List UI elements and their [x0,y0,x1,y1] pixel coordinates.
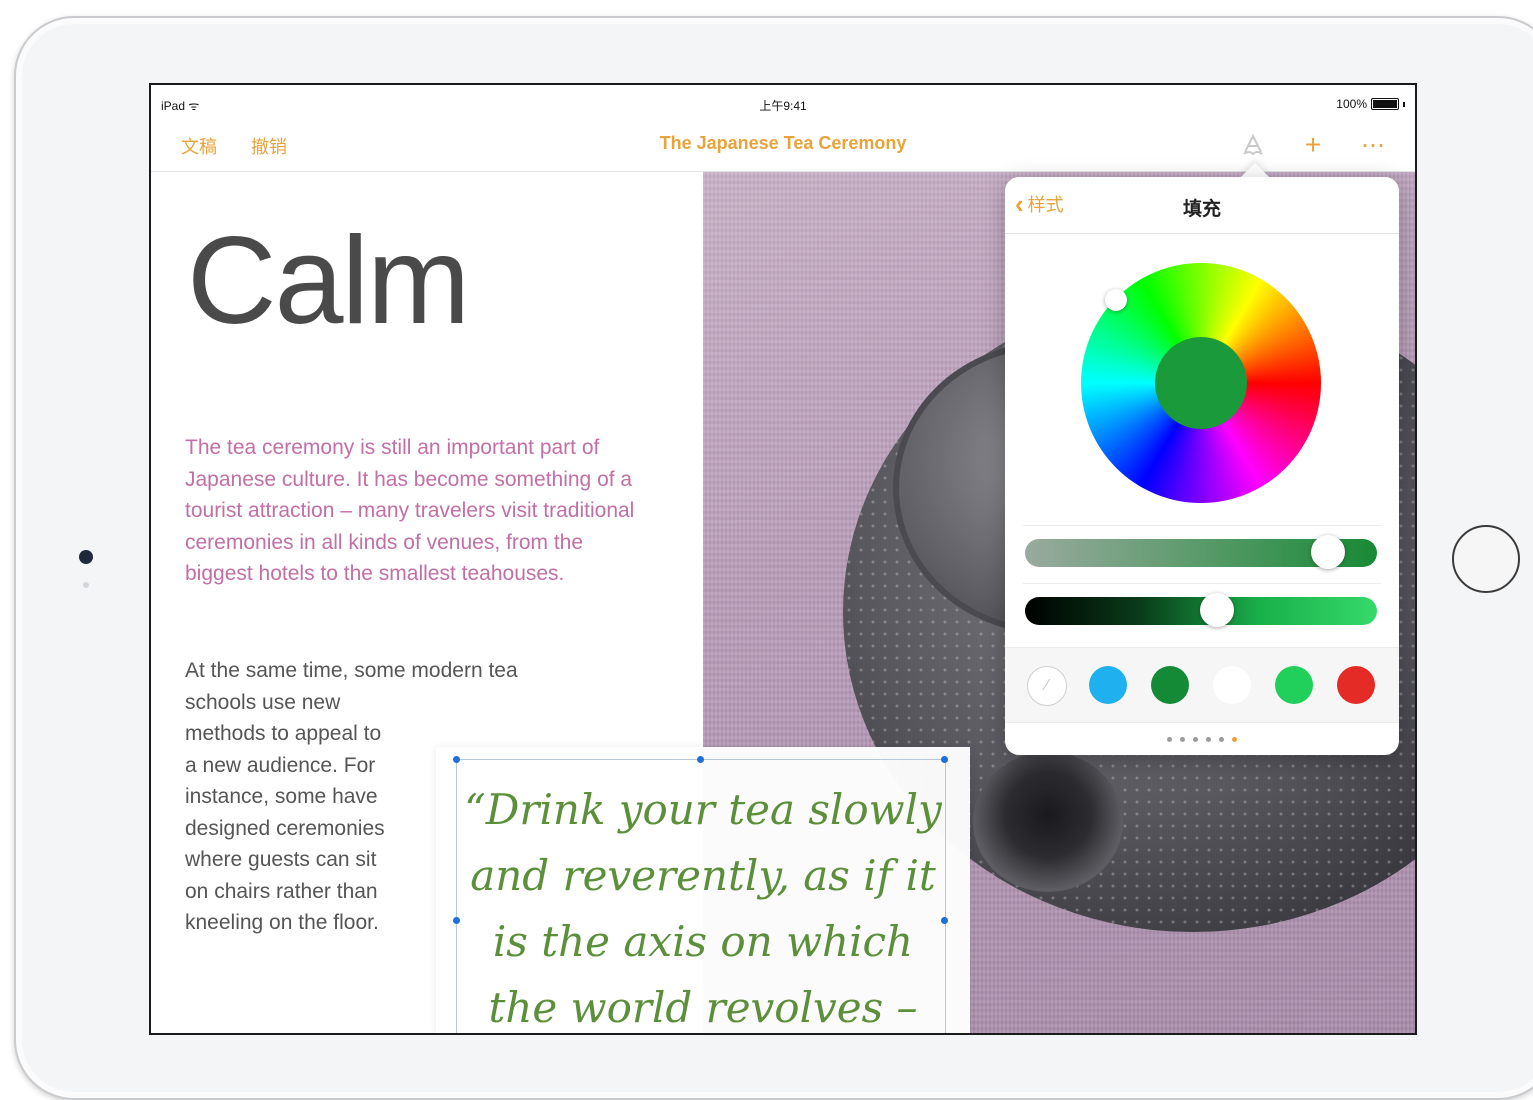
battery-icon [1371,98,1399,110]
opacity-slider[interactable] [1025,535,1377,569]
body-line-wide: At the same time, some modern tea [185,659,518,682]
navigation-bar: 文稿 撤销 The Japanese Tea Ceremony + ⋯ [151,121,1415,172]
page-heading[interactable]: Calm [187,210,470,352]
opacity-slider-thumb[interactable] [1311,535,1346,569]
resize-handle[interactable] [453,756,460,763]
page-dot[interactable] [1206,737,1211,742]
body-text-wrapped: schools use new methods to appeal to a n… [185,690,385,935]
resize-handle[interactable] [941,756,948,763]
page-dot[interactable] [1167,737,1172,742]
brightness-slider-thumb[interactable] [1199,593,1234,627]
front-camera [79,550,93,564]
format-brush-icon[interactable] [1237,129,1269,161]
popover-title: 填充 [1182,199,1221,220]
page-indicator[interactable] [1005,729,1399,747]
color-wheel[interactable] [1081,263,1321,503]
swatch-dark-green[interactable] [1151,666,1189,704]
home-button[interactable] [1452,525,1520,593]
swatch-row: ⁄ [1005,647,1399,723]
page-dot[interactable] [1219,737,1224,742]
selected-color-preview [1155,337,1247,429]
swatch-green[interactable] [1275,666,1313,704]
eyedropper-icon[interactable]: ⁄ [1027,666,1067,706]
status-time: 上午9:41 [759,99,807,113]
more-icon[interactable]: ⋯ [1357,129,1389,161]
status-battery: 100% [1336,97,1405,111]
plus-icon[interactable]: + [1297,129,1329,161]
teapot-spout [973,752,1123,892]
brightness-slider[interactable] [1025,593,1377,627]
page-dot[interactable] [1180,737,1185,742]
status-bar: iPad ᯤ 上午9:41 100% [151,85,1415,121]
page-dot[interactable] [1193,737,1198,742]
popover-header: ‹ 样式 填充 [1005,177,1399,234]
light-sensor [83,582,89,588]
pull-quote-box[interactable]: “Drink your tea slowly and reverently, a… [436,747,970,1033]
screen: iPad ᯤ 上午9:41 100% 文稿 撤销 The Japanese Te… [149,83,1417,1035]
swatch-white[interactable] [1213,666,1251,704]
intro-paragraph[interactable]: The tea ceremony is still an important p… [185,432,645,590]
fill-popover: ‹ 样式 填充 ⁄ [1005,177,1399,755]
pull-quote-text[interactable]: “Drink your tea slowly and reverently, a… [458,777,948,1033]
swatch-red[interactable] [1337,666,1375,704]
battery-percent: 100% [1336,97,1367,111]
page-dot[interactable] [1232,737,1237,742]
resize-handle[interactable] [697,756,704,763]
color-wheel-knob[interactable] [1105,289,1127,311]
document-title: The Japanese Tea Ceremony [659,133,907,153]
swatch-light-blue[interactable] [1089,666,1127,704]
